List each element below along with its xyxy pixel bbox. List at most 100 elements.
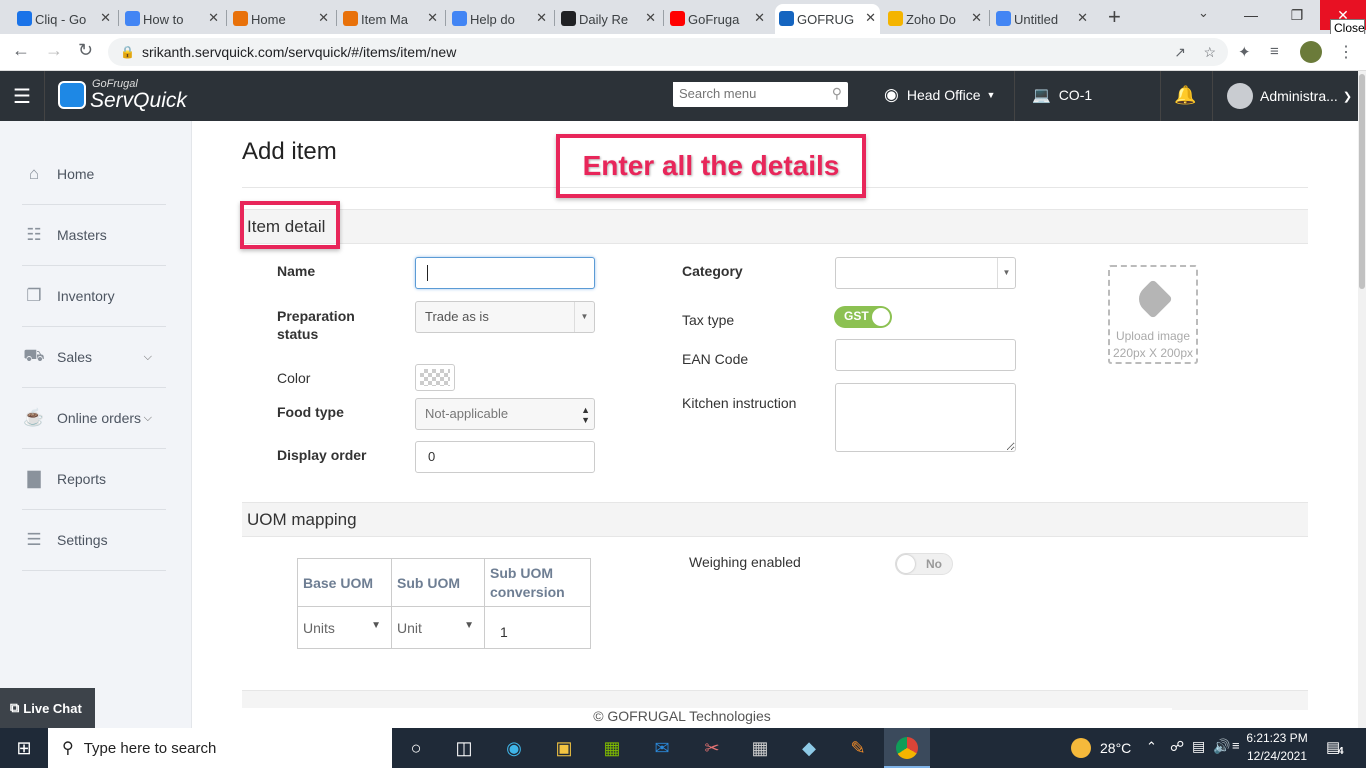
sidebar-item-settings[interactable]: ☰ Settings	[22, 510, 166, 571]
menu-search-box[interactable]: ⚲	[673, 82, 848, 107]
network-icon[interactable]: ☍	[1170, 738, 1184, 755]
url-bar[interactable]: 🔒 srikanth.servquick.com/servquick/#/ite…	[108, 38, 1228, 66]
tab-close-icon[interactable]: ✕	[427, 10, 438, 26]
back-icon[interactable]: ←	[12, 40, 30, 61]
brand-main-text: ServQuick	[90, 89, 187, 112]
file-explorer-icon[interactable]: ▣	[552, 736, 576, 760]
calculator-icon[interactable]: ▦	[748, 736, 772, 760]
tab-separator	[663, 10, 664, 26]
sidebar-item-inventory[interactable]: ❐ Inventory	[22, 266, 166, 327]
taskbar-search-box[interactable]: ⚲ Type here to search	[48, 728, 392, 768]
sub-uom-conversion-value: 1	[500, 623, 508, 640]
tab-close-icon[interactable]: ✕	[865, 10, 876, 26]
reload-icon[interactable]: ↻	[78, 40, 93, 61]
kitchen-instruction-textarea[interactable]	[835, 383, 1016, 452]
weather-sun-icon[interactable]	[1071, 738, 1091, 758]
sidebar-item-home[interactable]: ⌂ Home	[22, 144, 166, 205]
base-uom-select[interactable]: Units ▼	[297, 606, 392, 649]
sub-uom-header: Sub UOM	[391, 558, 485, 607]
sub-uom-select[interactable]: Unit ▼	[391, 606, 485, 649]
profile-avatar[interactable]	[1300, 41, 1322, 63]
share-icon[interactable]: ↗	[1174, 38, 1186, 66]
location-selector[interactable]: ◉ Head Office ▼	[884, 85, 995, 105]
snipping-tool-icon[interactable]: ✂	[700, 736, 724, 760]
tab-close-icon[interactable]: ✕	[754, 10, 765, 26]
browser-tab[interactable]: Help do ✕	[448, 4, 551, 34]
ean-code-input[interactable]	[835, 339, 1016, 371]
user-menu[interactable]: Administra... ❯	[1227, 83, 1352, 109]
paint-icon[interactable]: ✎	[846, 736, 870, 760]
windows-start-icon[interactable]: ⊞	[12, 736, 36, 760]
tab-close-icon[interactable]: ✕	[100, 10, 111, 26]
bell-icon[interactable]: 🔔	[1174, 85, 1196, 106]
tab-close-icon[interactable]: ✕	[645, 10, 656, 26]
sub-uom-conversion-input[interactable]: 1	[484, 606, 591, 649]
browser-tab[interactable]: Daily Re ✕	[557, 4, 660, 34]
volume-icon[interactable]: 🔊	[1213, 738, 1230, 755]
tab-search-icon[interactable]: ⌄	[1198, 5, 1209, 21]
search-icon[interactable]: ⚲	[832, 85, 842, 102]
tab-close-icon[interactable]: ✕	[536, 10, 547, 26]
tab-close-icon[interactable]: ✕	[1077, 10, 1088, 26]
sidebar-item-reports[interactable]: ▇ Reports	[22, 449, 166, 510]
browser-tab[interactable]: Untitled ✕	[992, 4, 1092, 34]
browser-tab[interactable]: Item Ma ✕	[339, 4, 442, 34]
sidebar-item-masters[interactable]: ☷ Masters	[22, 205, 166, 266]
display-order-input[interactable]: 0	[415, 441, 595, 473]
browser-tab[interactable]: How to ✕	[121, 4, 223, 34]
forward-icon[interactable]: →	[45, 40, 63, 61]
base-uom-header: Base UOM	[297, 558, 392, 607]
tray-chevron-icon[interactable]: ⌃	[1146, 739, 1157, 755]
new-tab-button[interactable]: +	[1108, 4, 1121, 30]
brand-logo[interactable]: GoFrugal ServQuick	[58, 78, 188, 113]
clock-date[interactable]: 12/24/2021	[1246, 749, 1308, 763]
store-icon[interactable]: ▦	[600, 736, 624, 760]
monitor-icon[interactable]: ▤	[1192, 738, 1205, 755]
tab-close-icon[interactable]: ✕	[208, 10, 219, 26]
sidebar-item-online-orders[interactable]: ☕ Online orders ⌵	[22, 388, 166, 449]
language-icon[interactable]: ≡	[1232, 738, 1240, 753]
upload-image-box[interactable]: Upload image 220px X 200px	[1108, 265, 1198, 364]
taskbar-search-placeholder: Type here to search	[83, 739, 217, 757]
category-select[interactable]: ▼	[835, 257, 1016, 289]
tab-close-icon[interactable]: ✕	[971, 10, 982, 26]
cortana-icon[interactable]: ○	[404, 736, 428, 760]
restore-button[interactable]: ❐	[1274, 0, 1320, 30]
food-type-select[interactable]: Not-applicable ▲ ▼	[415, 398, 595, 430]
sidebar-item-sales[interactable]: ⛟ Sales ⌵	[22, 327, 166, 388]
minimize-button[interactable]: —	[1228, 0, 1274, 30]
app-icon[interactable]: ◆	[797, 736, 821, 760]
browser-tab[interactable]: GoFruga ✕	[666, 4, 769, 34]
clock-time[interactable]: 6:21:23 PM	[1246, 731, 1308, 745]
extensions-icon[interactable]: ✦	[1238, 43, 1251, 61]
reading-list-icon[interactable]: ≡	[1270, 43, 1279, 60]
color-picker-swatch[interactable]	[415, 364, 455, 391]
browser-tabstrip: Cliq - Go ✕ How to ✕ Home ✕ Item Ma ✕ Help do ✕ Da…	[0, 0, 1366, 37]
preparation-status-select[interactable]: Trade as is ▼	[415, 301, 595, 333]
color-label: Color	[277, 370, 311, 386]
menu-search-input[interactable]	[673, 82, 818, 105]
chrome-icon	[896, 737, 918, 759]
chrome-menu-icon[interactable]: ⋮	[1338, 42, 1354, 62]
weighing-toggle[interactable]: No	[895, 553, 953, 575]
browser-tab[interactable]: Home ✕	[229, 4, 333, 34]
name-label: Name	[277, 263, 316, 279]
scrollbar-thumb[interactable]	[1359, 74, 1365, 289]
bookmark-star-icon[interactable]: ☆	[1203, 38, 1216, 66]
browser-tab[interactable]: GOFRUG ✕	[775, 4, 880, 34]
counter-selector[interactable]: 💻 CO-1	[1032, 86, 1092, 104]
youtube-icon	[670, 11, 685, 26]
browser-tab[interactable]: Cliq - Go ✕	[13, 4, 115, 34]
mail-icon[interactable]: ✉	[650, 736, 674, 760]
name-input[interactable]	[415, 257, 595, 289]
tab-close-icon[interactable]: ✕	[318, 10, 329, 26]
chrome-taskbar-button[interactable]	[884, 728, 930, 768]
browser-tab-title: Daily Re	[579, 11, 629, 27]
live-chat-button[interactable]: ⧉ Live Chat	[0, 688, 95, 728]
edge-icon[interactable]: ◉	[502, 736, 526, 760]
sidebar-item-label: Inventory	[57, 288, 115, 304]
browser-tab[interactable]: Zoho Do ✕	[884, 4, 986, 34]
hamburger-menu-icon[interactable]: ☰	[0, 71, 45, 121]
tax-type-toggle[interactable]: GST	[834, 306, 892, 328]
task-view-icon[interactable]: ◫	[452, 736, 476, 760]
